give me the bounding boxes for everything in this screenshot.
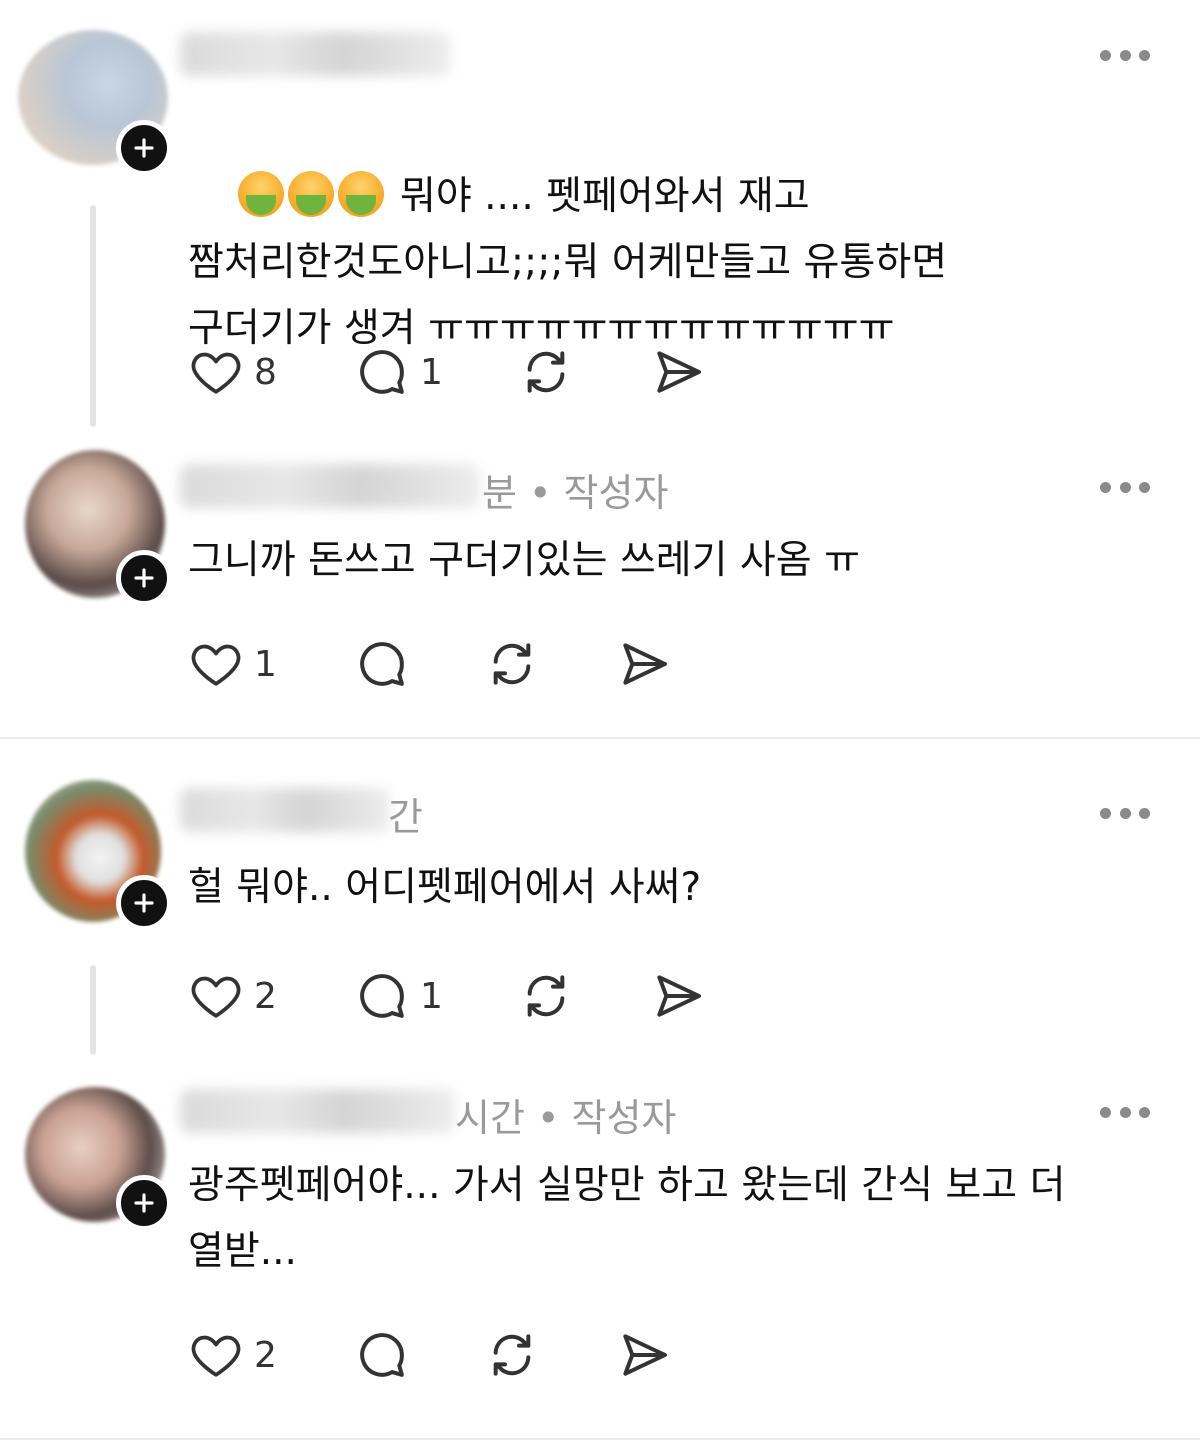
more-dot-icon: [1119, 481, 1131, 493]
more-dot-icon: [1100, 49, 1111, 61]
post-2: 분 • 작성자 그니까 돈쓰고 구더기있는 쓰레기 사옴 ㅠ 1: [0, 440, 1200, 735]
reply-button[interactable]: [354, 634, 410, 694]
repost-icon: [493, 1334, 531, 1376]
heart-icon: [191, 976, 241, 1018]
divider: [0, 737, 1200, 739]
plus-icon: [134, 138, 154, 158]
more-dot-icon: [1139, 807, 1150, 819]
username-blurred[interactable]: [180, 464, 480, 508]
comment-icon: [360, 350, 404, 394]
more-dot-icon: [1100, 481, 1111, 493]
repost-button[interactable]: [484, 1325, 540, 1385]
share-button[interactable]: [616, 634, 672, 694]
follow-plus-button[interactable]: [116, 550, 172, 606]
more-options-button[interactable]: [1100, 1105, 1150, 1119]
like-button[interactable]: 2: [188, 1325, 277, 1385]
send-icon: [657, 351, 701, 393]
divider: [0, 1438, 1200, 1440]
nauseated-face-icon: [337, 171, 384, 217]
repost-button[interactable]: [518, 342, 574, 402]
heart-icon: [191, 352, 241, 394]
comment-icon: [360, 1333, 404, 1377]
like-button[interactable]: 1: [188, 634, 277, 694]
repost-button[interactable]: [484, 634, 540, 694]
post-meta: 간: [388, 795, 423, 839]
reply-button[interactable]: 1: [354, 966, 443, 1026]
thread-line: [90, 965, 96, 1055]
post-text-line1: 뭐야 .... 펫페어와서 재고: [387, 174, 810, 219]
reply-button[interactable]: [354, 1325, 410, 1385]
share-button[interactable]: [650, 342, 706, 402]
reply-button[interactable]: 1: [354, 342, 443, 402]
share-button[interactable]: [616, 1325, 672, 1385]
more-dot-icon: [1139, 481, 1150, 493]
plus-icon: [134, 568, 154, 588]
more-options-button[interactable]: [1100, 480, 1150, 494]
plus-icon: [134, 1193, 154, 1213]
like-count: 2: [254, 1334, 277, 1376]
more-dot-icon: [1119, 807, 1131, 819]
post-text: 그니까 돈쓰고 구더기있는 쓰레기 사옴 ㅠ: [188, 538, 860, 583]
nauseated-face-icon: [287, 171, 334, 217]
more-dot-icon: [1119, 1106, 1131, 1118]
share-button[interactable]: [650, 966, 706, 1026]
like-count: 2: [254, 975, 277, 1017]
like-count: 8: [254, 351, 277, 393]
comment-icon: [360, 642, 404, 686]
heart-icon: [191, 1335, 241, 1377]
send-icon: [623, 643, 667, 685]
send-icon: [657, 975, 701, 1017]
nauseated-face-icon: [237, 171, 284, 217]
heart-icon: [191, 644, 241, 686]
like-button[interactable]: 8: [188, 342, 277, 402]
more-options-button[interactable]: [1100, 48, 1150, 62]
comment-icon: [360, 974, 404, 1018]
more-dot-icon: [1139, 1106, 1150, 1118]
follow-plus-button[interactable]: [116, 875, 172, 931]
more-dot-icon: [1139, 49, 1150, 61]
post-text-rest: 짬처리한것도아니고;;;;뭐 어케만들고 유통하면 구더기가 생겨 ㅠㅠㅠㅠㅠㅠ…: [188, 240, 948, 351]
post-3: 간 헐 뭐야.. 어디펫페어에서 사써? 2 1: [0, 760, 1200, 1060]
like-count: 1: [254, 643, 277, 685]
username-blurred[interactable]: [180, 1089, 455, 1133]
repost-button[interactable]: [518, 966, 574, 1026]
more-options-button[interactable]: [1100, 806, 1150, 820]
repost-icon: [527, 975, 565, 1017]
username-blurred[interactable]: [180, 788, 390, 832]
post-text: 광주펫페어야... 가서 실망만 하고 왔는데 간식 보고 더 열받...: [188, 1163, 1066, 1274]
like-button[interactable]: 2: [188, 966, 277, 1026]
follow-plus-button[interactable]: [116, 1175, 172, 1231]
post-4: 시간 • 작성자 광주펫페어야... 가서 실망만 하고 왔는데 간식 보고 더…: [0, 1065, 1200, 1435]
reply-count: 1: [420, 975, 443, 1017]
repost-icon: [493, 643, 531, 685]
post-meta: 시간 • 작성자: [455, 1096, 677, 1140]
more-dot-icon: [1100, 807, 1111, 819]
follow-plus-button[interactable]: [116, 120, 172, 176]
username-blurred[interactable]: [180, 32, 450, 76]
more-dot-icon: [1119, 49, 1131, 61]
post-meta: 분 • 작성자: [482, 471, 669, 515]
reply-count: 1: [420, 351, 443, 393]
post-text: 헐 뭐야.. 어디펫페어에서 사써?: [188, 865, 702, 910]
thread-line: [90, 205, 96, 427]
plus-icon: [134, 893, 154, 913]
more-dot-icon: [1100, 1106, 1111, 1118]
post-1: 뭐야 .... 펫페어와서 재고짬처리한것도아니고;;;;뭐 어케만들고 유통하…: [0, 0, 1200, 430]
send-icon: [623, 1334, 667, 1376]
repost-icon: [527, 351, 565, 393]
